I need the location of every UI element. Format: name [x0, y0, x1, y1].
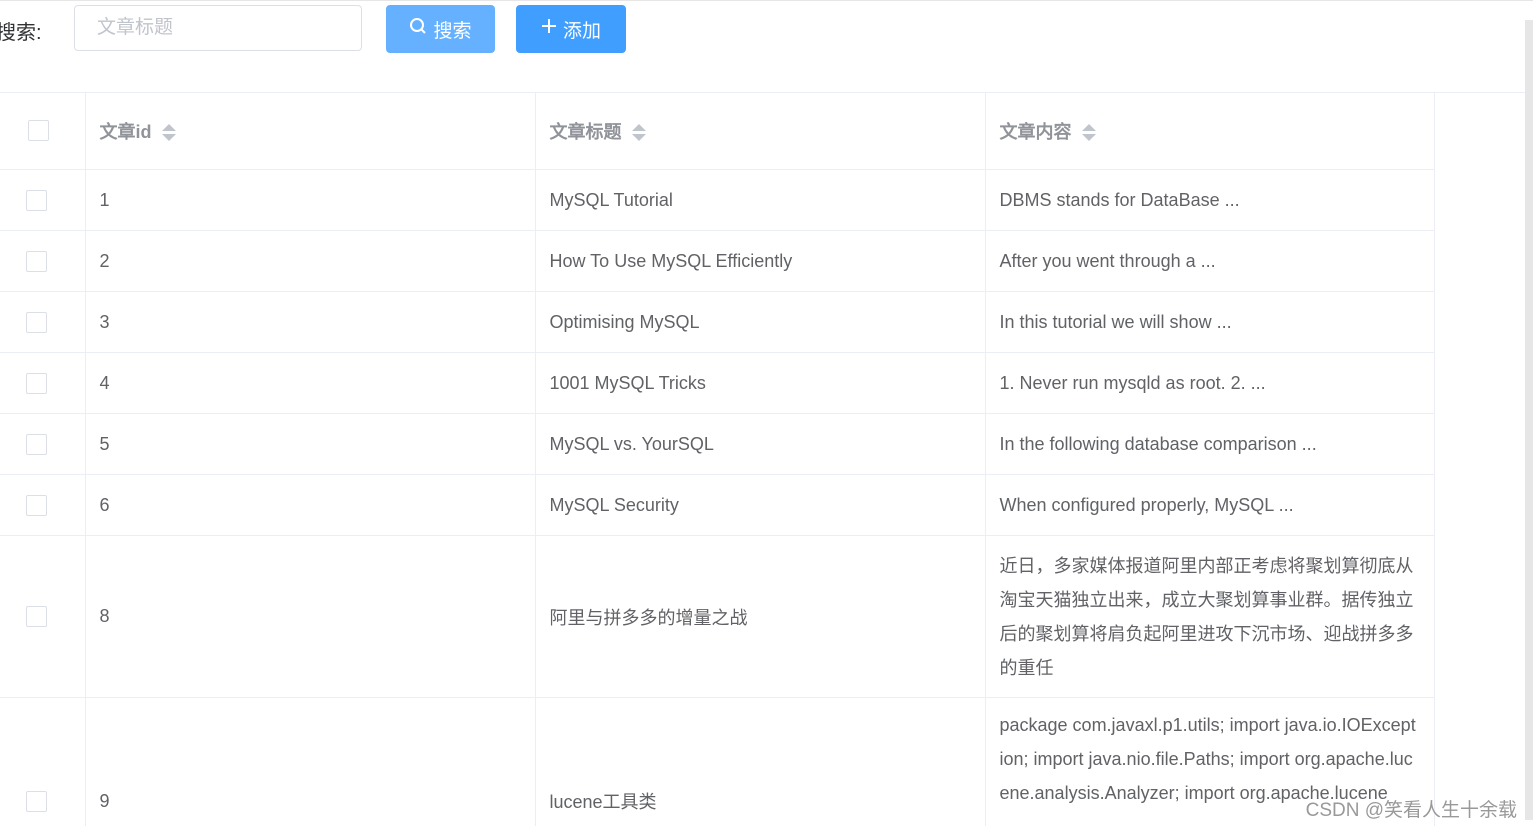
column-header-id[interactable]: 文章id	[85, 92, 536, 170]
row-select-cell	[0, 697, 86, 826]
sort-caret-icon[interactable]	[1081, 123, 1096, 143]
table-row[interactable]: 2 How To Use MySQL Efficiently After you…	[0, 230, 1435, 292]
cell-id: 9	[85, 697, 536, 826]
row-select-cell	[0, 474, 86, 536]
table-row[interactable]: 6 MySQL Security When configured properl…	[0, 474, 1435, 536]
search-input[interactable]	[74, 5, 362, 51]
cell-id: 6	[85, 474, 536, 536]
cell-content: 1. Never run mysqld as root. 2. ...	[985, 352, 1435, 414]
cell-id: 1	[85, 169, 536, 231]
article-table: 文章id 文章标题 文章内容 1 MySQL Tutorial DBMS sta…	[0, 92, 1525, 826]
cell-content: When configured properly, MySQL ...	[985, 474, 1435, 536]
search-label: 搜索:	[0, 22, 42, 44]
row-checkbox[interactable]	[26, 790, 47, 812]
table-row[interactable]: 3 Optimising MySQL In this tutorial we w…	[0, 291, 1435, 353]
select-all-cell	[0, 92, 86, 170]
cell-id: 2	[85, 230, 536, 292]
search-button[interactable]: 搜索	[386, 5, 495, 53]
row-select-cell	[0, 352, 86, 414]
add-button-label: 添加	[562, 20, 601, 42]
cell-title: lucene工具类	[535, 697, 986, 826]
watermark: CSDN @笑看人生十余载	[1305, 800, 1517, 821]
cell-title: How To Use MySQL Efficiently	[535, 230, 986, 292]
row-select-cell	[0, 291, 86, 353]
table-row[interactable]: 4 1001 MySQL Tricks 1. Never run mysqld …	[0, 352, 1435, 414]
cell-title: MySQL Security	[535, 474, 986, 536]
cell-id: 4	[85, 352, 536, 414]
row-select-cell	[0, 169, 86, 231]
row-select-cell	[0, 230, 86, 292]
cell-content: After you went through a ...	[985, 230, 1435, 292]
row-checkbox[interactable]	[26, 433, 47, 455]
cell-content: 近日，多家媒体报道阿里内部正考虑将聚划算彻底从淘宝天猫独立出来，成立大聚划算事业…	[985, 535, 1435, 698]
column-header-label: 文章标题	[549, 121, 622, 142]
cell-title: Optimising MySQL	[535, 291, 986, 353]
sort-caret-icon[interactable]	[631, 123, 646, 143]
row-checkbox[interactable]	[26, 372, 47, 394]
cell-title: MySQL vs. YourSQL	[535, 413, 986, 475]
cell-id: 5	[85, 413, 536, 475]
top-border	[0, 0, 1533, 1]
column-header-content[interactable]: 文章内容	[985, 92, 1435, 170]
column-header-label: 文章id	[99, 121, 152, 142]
select-all-checkbox[interactable]	[28, 120, 49, 142]
plus-icon	[541, 18, 557, 40]
row-checkbox[interactable]	[26, 606, 47, 628]
table-row[interactable]: 8 阿里与拼多多的增量之战 近日，多家媒体报道阿里内部正考虑将聚划算彻底从淘宝天…	[0, 535, 1435, 698]
cell-title: 1001 MySQL Tricks	[535, 352, 986, 414]
table-row[interactable]: 9 lucene工具类 package com.javaxl.p1.utils;…	[0, 697, 1435, 826]
add-button[interactable]: 添加	[516, 5, 626, 53]
table-row[interactable]: 5 MySQL vs. YourSQL In the following dat…	[0, 413, 1435, 475]
vertical-scrollbar[interactable]	[1525, 20, 1533, 820]
row-checkbox[interactable]	[26, 311, 47, 333]
cell-content: In the following database comparison ...	[985, 413, 1435, 475]
row-checkbox[interactable]	[26, 189, 47, 211]
table-row[interactable]: 1 MySQL Tutorial DBMS stands for DataBas…	[0, 169, 1435, 231]
search-icon	[409, 17, 427, 41]
sort-caret-icon[interactable]	[161, 123, 176, 143]
row-checkbox[interactable]	[26, 250, 47, 272]
column-header-label: 文章内容	[999, 121, 1072, 142]
cell-title: MySQL Tutorial	[535, 169, 986, 231]
cell-title: 阿里与拼多多的增量之战	[535, 535, 986, 698]
table-header-row: 文章id 文章标题 文章内容	[0, 92, 1435, 170]
cell-id: 3	[85, 291, 536, 353]
cell-content: In this tutorial we will show ...	[985, 291, 1435, 353]
cell-id: 8	[85, 535, 536, 698]
row-checkbox[interactable]	[26, 494, 47, 516]
cell-content: DBMS stands for DataBase ...	[985, 169, 1435, 231]
column-header-title[interactable]: 文章标题	[535, 92, 986, 170]
row-select-cell	[0, 535, 86, 698]
row-select-cell	[0, 413, 86, 475]
search-button-label: 搜索	[433, 20, 472, 42]
